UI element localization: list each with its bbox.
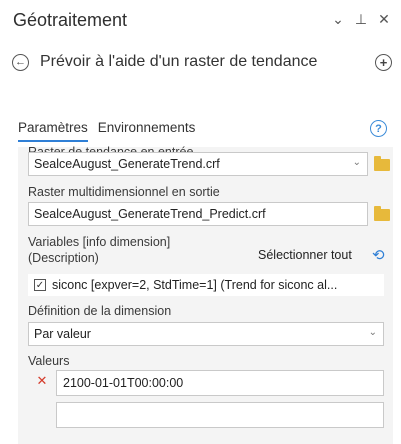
remove-icon[interactable]: ✕ (34, 373, 50, 389)
variable-list-item: ✓ siconc [expver=2, StdTime=1] (Trend fo… (28, 274, 384, 296)
back-arrow-icon[interactable]: ← (12, 53, 29, 71)
input-raster-dropdown[interactable]: SealceAugust_GenerateTrend.crf ⌄ (28, 152, 368, 176)
refresh-icon[interactable]: ⟲ (372, 246, 385, 264)
dimension-label: Définition de la dimension (28, 304, 172, 318)
select-all-button[interactable]: Sélectionner tout (258, 248, 352, 262)
tool-header: ← Prévoir à l'aide d'un raster de tendan… (12, 50, 392, 74)
variable-checkbox[interactable]: ✓ (34, 279, 46, 291)
parameters-panel: Raster de tendance en entrée SealceAugus… (18, 145, 393, 444)
value-row: ✕ 2100-01-01T00:00:00 (28, 370, 384, 396)
dimension-dropdown[interactable]: Par valeur ⌄ (28, 322, 384, 346)
folder-icon[interactable] (374, 156, 390, 171)
variables-label: Variables [info dimension] (28, 235, 171, 249)
pane-header: Géotraitement ⌄ ⊥ ✕ (0, 0, 401, 40)
tool-name: Prévoir à l'aide d'un raster de tendance (40, 53, 318, 70)
dimension-value: Par valeur (34, 327, 91, 341)
folder-icon[interactable] (374, 206, 390, 221)
tab-bar: Paramètres Environnements (18, 120, 195, 142)
input-raster-value: SealceAugust_GenerateTrend.crf (34, 157, 220, 171)
chevron-down-icon: ⌄ (368, 327, 377, 338)
value-input-empty[interactable] (56, 402, 384, 428)
chevron-down-icon: ⌄ (352, 157, 361, 168)
output-raster-input[interactable]: SealceAugust_GenerateTrend_Predict.crf (28, 202, 368, 226)
menu-dropdown-icon[interactable]: ⌄ (331, 11, 345, 28)
pin-icon[interactable]: ⊥ (354, 11, 368, 28)
pane-title: Géotraitement (13, 10, 128, 30)
output-raster-value: SealceAugust_GenerateTrend_Predict.crf (34, 207, 266, 221)
tab-parametres[interactable]: Paramètres (18, 120, 88, 142)
close-icon[interactable]: ✕ (377, 11, 391, 28)
pane-controls: ⌄ ⊥ ✕ (331, 11, 391, 28)
tab-environnements[interactable]: Environnements (98, 120, 196, 142)
variables-sublabel: (Description) (28, 251, 99, 265)
value-row (28, 402, 384, 428)
output-raster-label: Raster multidimensionnel en sortie (28, 185, 220, 199)
variable-item-label: siconc [expver=2, StdTime=1] (Trend for … (52, 278, 338, 292)
values-label: Valeurs (28, 354, 70, 368)
value-input[interactable]: 2100-01-01T00:00:00 (56, 370, 384, 396)
help-icon[interactable]: ? (370, 120, 387, 137)
add-icon[interactable]: + (375, 53, 392, 71)
